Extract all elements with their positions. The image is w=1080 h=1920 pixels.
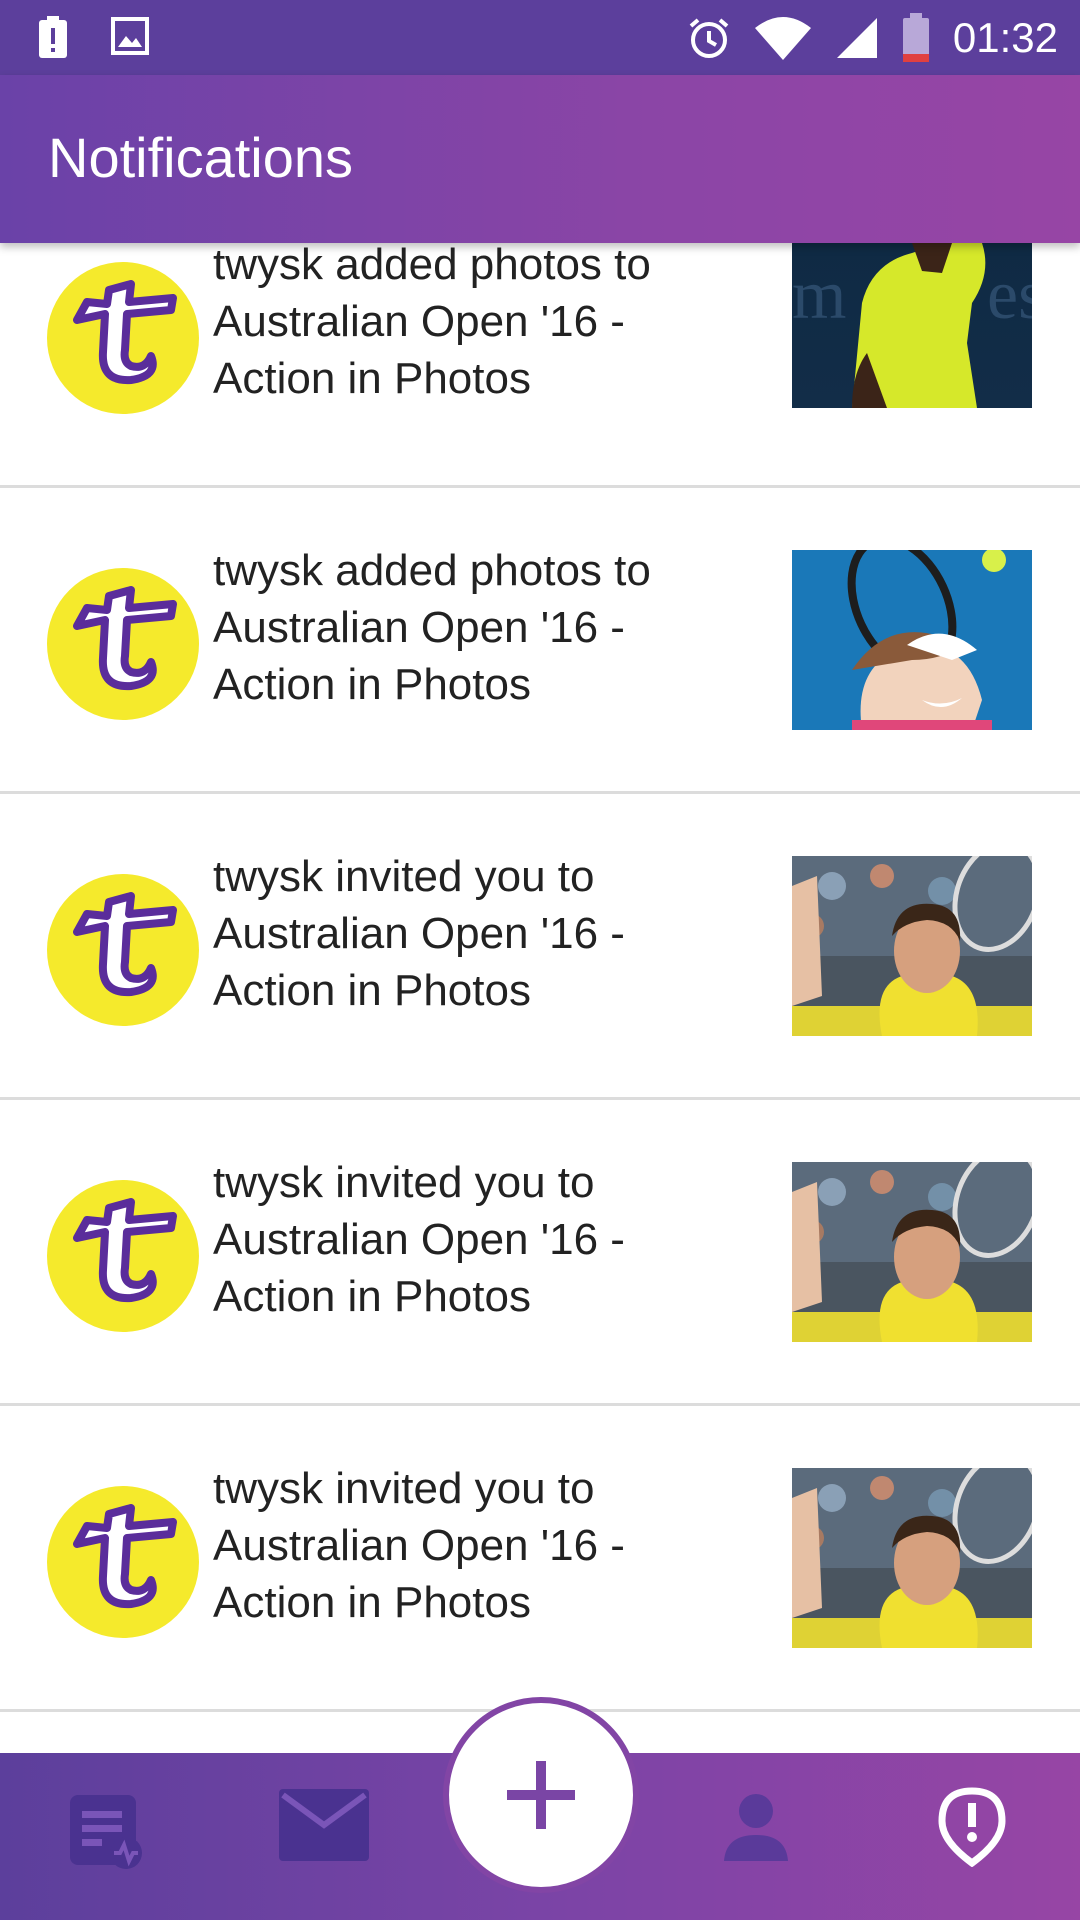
status-bar: 01:32 bbox=[0, 0, 1080, 75]
avatar bbox=[47, 568, 199, 720]
alert-icon[interactable] bbox=[938, 1787, 1006, 1872]
wifi-icon bbox=[754, 17, 811, 60]
status-time: 01:32 bbox=[952, 14, 1058, 61]
alarm-icon bbox=[689, 18, 729, 58]
list-item[interactable]: twysk added photos to Australian Open '1… bbox=[0, 488, 1080, 794]
notification-thumbnail[interactable]: m es bbox=[792, 243, 1032, 408]
list-item[interactable]: twysk added photos to Australian Open '1… bbox=[0, 243, 1080, 488]
notification-text: twysk invited you to Australian Open '16… bbox=[213, 852, 625, 1015]
signal-icon bbox=[836, 18, 877, 58]
avatar bbox=[47, 1180, 199, 1332]
profile-icon[interactable] bbox=[718, 1793, 794, 1868]
list-item[interactable]: twysk invited you to Australian Open '16… bbox=[0, 1406, 1080, 1712]
feed-icon[interactable] bbox=[66, 1791, 148, 1878]
avatar bbox=[47, 874, 199, 1026]
notification-text: twysk added photos to Australian Open '1… bbox=[213, 546, 651, 709]
image-icon bbox=[111, 17, 149, 55]
notification-text: twysk added photos to Australian Open '1… bbox=[213, 243, 651, 403]
notification-text: twysk invited you to Australian Open '16… bbox=[213, 1464, 625, 1627]
add-button[interactable] bbox=[443, 1697, 639, 1893]
app-bar: Notifications bbox=[0, 75, 1080, 243]
notification-list[interactable]: twysk added photos to Australian Open '1… bbox=[0, 243, 1080, 1753]
battery-icon bbox=[902, 13, 929, 62]
battery-alert-icon bbox=[39, 16, 67, 58]
svg-text:es: es bbox=[987, 257, 1032, 334]
add-icon bbox=[507, 1761, 575, 1829]
avatar bbox=[47, 262, 199, 414]
avatar bbox=[47, 1486, 199, 1638]
notification-thumbnail[interactable] bbox=[792, 1468, 1032, 1648]
notification-thumbnail[interactable] bbox=[792, 550, 1032, 730]
list-item[interactable]: twysk invited you to Australian Open '16… bbox=[0, 794, 1080, 1100]
list-item[interactable]: twysk invited you to Australian Open '16… bbox=[0, 1100, 1080, 1406]
page-title: Notifications bbox=[48, 126, 354, 189]
mail-icon[interactable] bbox=[277, 1787, 371, 1868]
notification-thumbnail[interactable] bbox=[792, 856, 1032, 1036]
svg-text:m: m bbox=[792, 257, 846, 334]
notification-text: twysk invited you to Australian Open '16… bbox=[213, 1158, 625, 1321]
notification-thumbnail[interactable] bbox=[792, 1162, 1032, 1342]
